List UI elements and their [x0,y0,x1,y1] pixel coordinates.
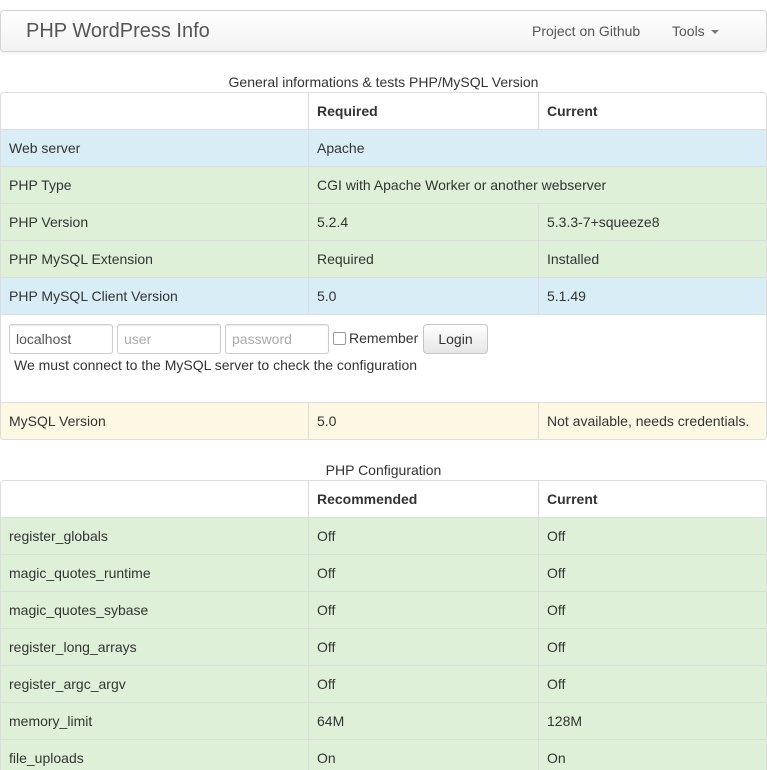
row-recommended: Off [308,592,538,628]
row-label: register_globals [9,528,108,544]
general-info-table: Required Current Web server Apache PHP T… [0,92,767,440]
login-button[interactable]: Login [423,324,488,354]
row-required: 5.2.4 [308,204,538,240]
header-cell-required: Required [308,93,538,129]
header-cell-current: Current [538,481,766,517]
table-row: memory_limit 64M 128M [1,702,766,739]
row-label: register_long_arrays [9,639,137,655]
row-current: 128M [538,703,766,739]
table-row: magic_quotes_runtime Off Off [1,554,766,591]
row-required: CGI with Apache Worker or another webser… [308,167,766,203]
row-current: 5.1.49 [538,278,766,314]
row-required: 5.0 [308,278,538,314]
row-label: PHP Version [9,214,89,230]
remember-label: Remember [349,330,419,346]
table-row: register_long_arrays Off Off [1,628,766,665]
row-recommended: 64M [308,703,538,739]
php-config-table: Recommended Current register_globals Off… [0,480,767,770]
row-current: Off [538,518,766,554]
row-required: 5.0 [308,403,538,439]
row-label: MySQL Version [9,413,106,429]
row-current: Off [538,555,766,591]
row-current: 5.3.3-7+squeeze8 [538,204,766,240]
tools-dropdown[interactable]: Tools [672,23,719,39]
caret-down-icon [710,30,719,35]
row-label: PHP Type [9,177,72,193]
row-recommended: Off [308,555,538,591]
host-input[interactable] [9,324,113,354]
header-cell-name [1,93,308,129]
project-on-github-link[interactable]: Project on Github [532,23,640,39]
row-recommended: On [308,740,538,770]
table-row: register_globals Off Off [1,517,766,554]
row-label: memory_limit [9,713,93,729]
header-cell-current: Current [538,93,766,129]
brand-link[interactable]: PHP WordPress Info [26,20,210,43]
table-header-row: Required Current [1,93,766,129]
row-label: magic_quotes_sybase [9,602,149,618]
row-required: Apache [308,130,766,166]
row-recommended: Off [308,518,538,554]
header-cell-name [1,481,308,517]
row-current: Installed [538,241,766,277]
remember-checkbox[interactable] [333,331,346,345]
php-config-table-caption: PHP Configuration [325,462,442,478]
header-cell-recommended: Recommended [308,481,538,517]
row-recommended: Off [308,629,538,665]
table-row: file_uploads On On [1,739,766,770]
table-row: magic_quotes_sybase Off Off [1,591,766,628]
remember-checkbox-label[interactable]: Remember [333,330,418,346]
table-row: register_argc_argv Off Off [1,665,766,702]
table-row-php-mysql-client-version: PHP MySQL Client Version 5.0 5.1.49 [1,277,766,314]
login-note: We must connect to the MySQL server to c… [14,357,418,373]
table-row-php-version: PHP Version 5.2.4 5.3.3-7+squeeze8 [1,203,766,240]
row-label: PHP MySQL Extension [9,251,153,267]
user-input[interactable] [117,324,221,354]
row-current: Off [538,666,766,702]
table-row-mysql-version: MySQL Version 5.0 Not available, needs c… [1,402,766,439]
row-label: Web server [9,140,81,156]
row-current: Off [538,592,766,628]
row-recommended: Off [308,666,538,702]
password-input[interactable] [225,324,329,354]
row-current: On [538,740,766,770]
table-header-row: Recommended Current [1,481,766,517]
tools-dropdown-label: Tools [672,23,705,39]
table-row-php-type: PHP Type CGI with Apache Worker or anoth… [1,166,766,203]
row-required: Required [308,241,538,277]
row-label: file_uploads [9,750,84,766]
row-label: register_argc_argv [9,676,126,692]
row-label: magic_quotes_runtime [9,565,151,581]
navbar: PHP WordPress Info Project on Github Too… [0,10,767,52]
row-label: PHP MySQL Client Version [9,288,178,304]
row-current: Not available, needs credentials. [538,403,766,439]
mysql-login-form: Remember Login We must connect to the My… [1,314,766,402]
table-row-php-mysql-extension: PHP MySQL Extension Required Installed [1,240,766,277]
table-row-web-server: Web server Apache [1,129,766,166]
general-table-caption: General informations & tests PHP/MySQL V… [228,74,539,90]
row-current: Off [538,629,766,665]
